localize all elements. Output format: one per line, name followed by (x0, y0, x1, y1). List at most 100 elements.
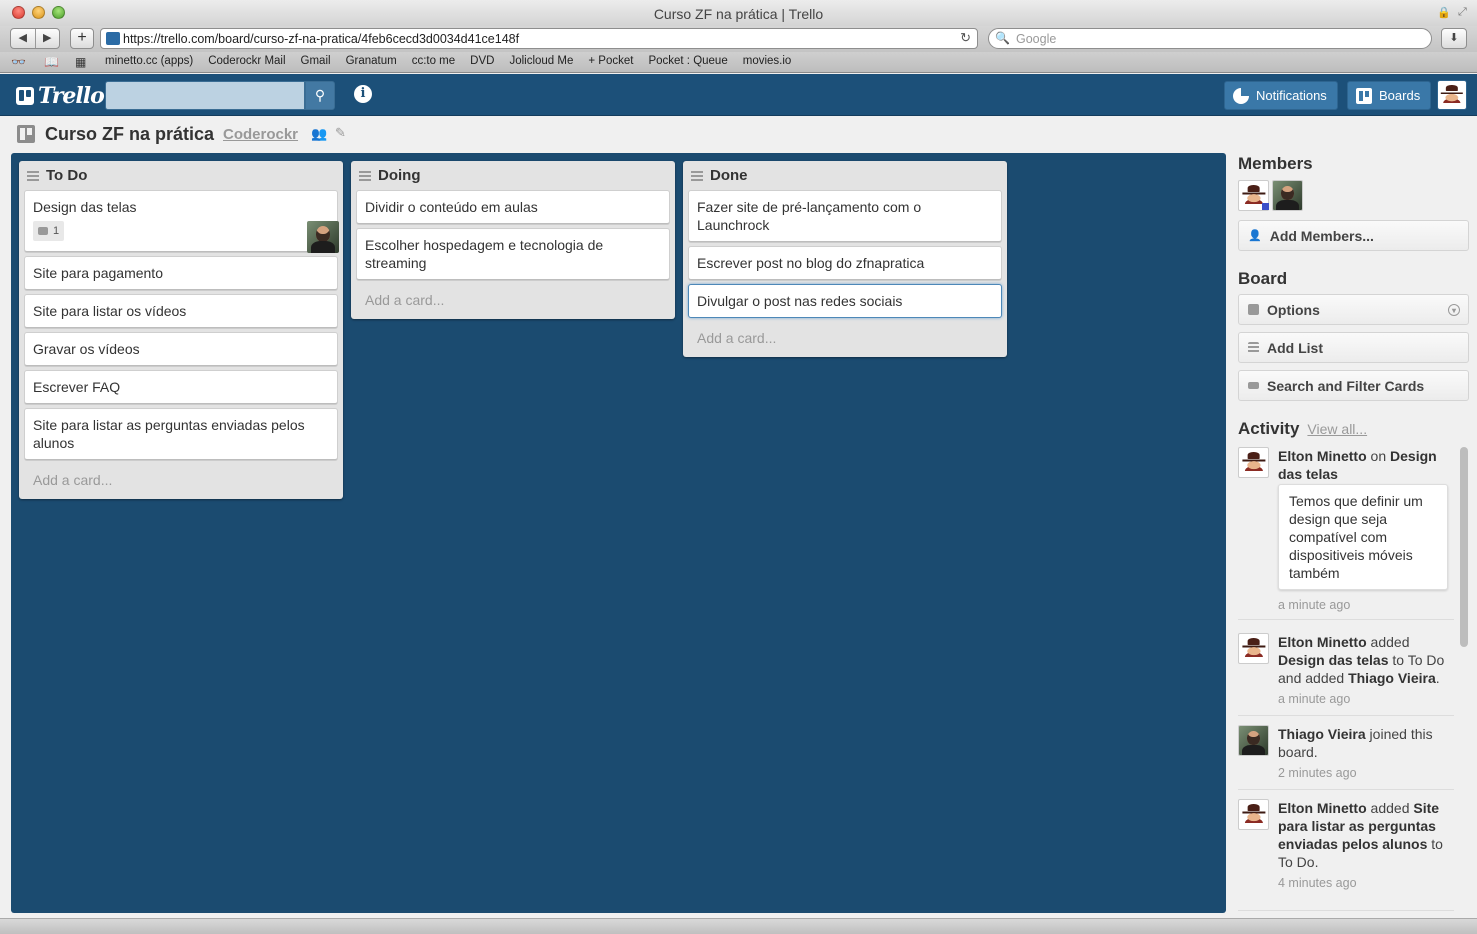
browser-search-input[interactable]: 🔍 Google (988, 28, 1432, 49)
activity-avatar[interactable] (1238, 447, 1269, 478)
organization-visibility-icon[interactable]: 👥 (311, 126, 327, 142)
chevron-down-icon: ▾ (1448, 304, 1460, 316)
bookmark-item[interactable]: Pocket : Queue (648, 55, 727, 67)
bookmarks-bar: 👓 📖 ▦ minetto.cc (apps) Coderockr Mail G… (0, 52, 1477, 73)
filter-icon (1248, 382, 1259, 389)
window-title: Curso ZF na prática | Trello (653, 6, 824, 22)
bookmark-item[interactable]: Granatum (346, 55, 397, 67)
list-menu-icon[interactable] (691, 170, 703, 181)
forward-button[interactable]: ▶ (36, 29, 60, 48)
card-title: Site para pagamento (33, 265, 163, 281)
boards-icon (1356, 87, 1372, 104)
bookmark-item[interactable]: cc:to me (412, 55, 455, 67)
list-menu-icon[interactable] (27, 170, 39, 181)
edit-pencil-icon[interactable]: ✎ (335, 125, 346, 141)
notifications-icon (1233, 87, 1249, 104)
activity-user[interactable]: Thiago Vieira (1278, 726, 1366, 742)
top-sites-grid-icon[interactable]: ▦ (75, 55, 86, 69)
activity-member-link[interactable]: Thiago Vieira (1348, 670, 1436, 686)
activity-avatar[interactable] (1238, 799, 1269, 830)
bookmark-item[interactable]: + Pocket (588, 55, 633, 67)
activity-user[interactable]: Elton Minetto (1278, 448, 1367, 464)
list-header: Done (688, 161, 1002, 190)
add-card-link[interactable]: Add a card... (356, 284, 670, 314)
card-title: Escrever post no blog do zfnapratica (697, 255, 925, 271)
bookmarks-book-icon[interactable]: 📖 (44, 55, 59, 69)
info-icon[interactable]: i (354, 85, 372, 103)
trello-logo[interactable]: Trello (16, 83, 105, 109)
board-title[interactable]: Curso ZF na prática (45, 124, 214, 145)
bookmark-item[interactable]: Gmail (301, 55, 331, 67)
user-avatar[interactable] (1437, 80, 1467, 110)
view-all-link[interactable]: View all... (1307, 421, 1367, 437)
add-card-link[interactable]: Add a card... (24, 464, 338, 494)
activity-avatar[interactable] (1238, 633, 1269, 664)
browser-titlebar: Curso ZF na prática | Trello 🔒 ⤢ (0, 0, 1477, 26)
card[interactable]: Escrever post no blog do zfnapratica (688, 246, 1002, 280)
activity-item: Thiago Vieira joined this board. 2 minut… (1238, 725, 1454, 790)
activity-item: Elton Minetto on Design das telas Temos … (1238, 447, 1454, 620)
card[interactable]: Design das telas 1 (24, 190, 339, 253)
notifications-button[interactable]: Notifications (1224, 81, 1338, 110)
person-icon: 👤 (1248, 230, 1262, 242)
card-title: Gravar os vídeos (33, 341, 140, 357)
downloads-button[interactable]: ⬇ (1441, 28, 1467, 49)
fullscreen-icon[interactable]: ⤢ (1458, 6, 1467, 19)
activity-time[interactable]: a minute ago (1278, 598, 1350, 612)
card-title: Site para listar os vídeos (33, 303, 187, 319)
activity-verb: added (1366, 634, 1410, 650)
add-card-link[interactable]: Add a card... (688, 322, 1002, 352)
boards-button[interactable]: Boards (1347, 81, 1432, 110)
back-button[interactable]: ◀ (11, 29, 36, 48)
member-avatar[interactable] (1272, 180, 1303, 211)
scrollbar-thumb[interactable] (1460, 447, 1468, 647)
activity-user[interactable]: Elton Minetto (1278, 634, 1367, 650)
activity-card-link[interactable]: Design das telas (1278, 652, 1389, 668)
list-title[interactable]: Done (710, 167, 748, 184)
bookmark-item[interactable]: Jolicloud Me (509, 55, 573, 67)
card[interactable]: Dividir o conteúdo em aulas (356, 190, 670, 224)
browser-toolbar: ◀ ▶ + https://trello.com/board/curso-zf-… (0, 26, 1477, 52)
activity-avatar[interactable] (1238, 725, 1269, 756)
list-to-do: To Do Design das telas 1 Site para pagam… (19, 161, 343, 499)
reading-list-icon[interactable]: 👓 (11, 55, 26, 69)
card[interactable]: Site para pagamento (24, 256, 338, 290)
bookmark-item[interactable]: Coderockr Mail (208, 55, 285, 67)
trello-logo-icon (16, 87, 34, 105)
sidebar-scrollbar[interactable] (1460, 447, 1468, 913)
activity-time[interactable]: 4 minutes ago (1278, 876, 1357, 890)
bookmark-item[interactable]: DVD (470, 55, 494, 67)
card[interactable]: Divulgar o post nas redes sociais (688, 284, 1002, 318)
activity-time[interactable]: a minute ago (1278, 692, 1350, 706)
activity-heading: Activity (1238, 419, 1300, 438)
list-menu-icon[interactable] (359, 170, 371, 181)
bookmark-item[interactable]: minetto.cc (apps) (105, 55, 193, 67)
card[interactable]: Fazer site de pré-lançamento com o Launc… (688, 190, 1002, 242)
card[interactable]: Site para listar os vídeos (24, 294, 338, 328)
reload-icon[interactable]: ↻ (960, 30, 971, 46)
activity-user[interactable]: Elton Minetto (1278, 800, 1367, 816)
organization-link[interactable]: Coderockr (223, 126, 298, 143)
card[interactable]: Gravar os vídeos (24, 332, 338, 366)
add-members-button[interactable]: 👤 Add Members... (1238, 220, 1469, 251)
add-list-label: Add List (1267, 339, 1323, 356)
board-heading: Board (1238, 269, 1288, 288)
options-button[interactable]: Options ▾ (1238, 294, 1469, 325)
search-filter-button[interactable]: Search and Filter Cards (1238, 370, 1469, 401)
card-title: Design das telas (33, 199, 137, 215)
add-list-button[interactable]: Add List (1238, 332, 1469, 363)
header-search-button[interactable]: ⚲ (305, 81, 335, 110)
card[interactable]: Escolher hospedagem e tecnologia de stre… (356, 228, 670, 280)
header-search-input[interactable] (105, 81, 305, 110)
card[interactable]: Escrever FAQ (24, 370, 338, 404)
list-title[interactable]: Doing (378, 167, 421, 184)
new-tab-button[interactable]: + (70, 28, 94, 49)
card[interactable]: Site para listar as perguntas enviadas p… (24, 408, 338, 460)
history-nav: ◀ ▶ (10, 28, 60, 49)
card-member-avatar[interactable] (307, 221, 339, 253)
list-title[interactable]: To Do (46, 167, 87, 184)
bookmark-item[interactable]: movies.io (743, 55, 792, 67)
card-title: Fazer site de pré-lançamento com o Launc… (697, 199, 922, 233)
activity-time[interactable]: 2 minutes ago (1278, 766, 1357, 780)
address-bar[interactable]: https://trello.com/board/curso-zf-na-pra… (100, 28, 978, 49)
